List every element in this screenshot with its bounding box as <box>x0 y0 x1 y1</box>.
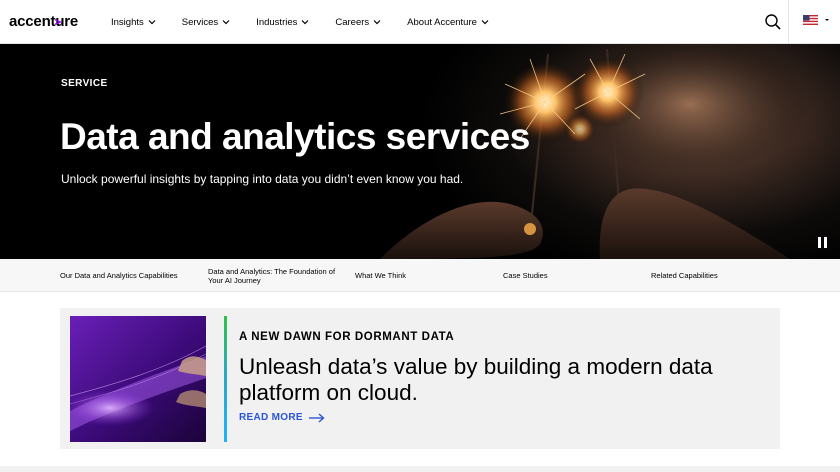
next-section-edge <box>0 466 840 472</box>
section-nav: Our Data and Analytics Capabilities Data… <box>0 259 840 292</box>
nav-services[interactable]: Services <box>182 17 230 28</box>
nav-insights[interactable]: Insights <box>111 17 156 28</box>
nav-insights-label: Insights <box>111 16 144 28</box>
chevron-down-icon <box>148 20 156 25</box>
subnav-case-studies[interactable]: Case Studies <box>503 271 623 280</box>
feature-title: Unleash data’s value by building a moder… <box>239 354 713 405</box>
read-more-link[interactable]: READ MORE <box>239 412 325 423</box>
search-icon[interactable] <box>764 13 782 31</box>
subnav-what-we-think[interactable]: What We Think <box>355 271 475 280</box>
feature-image <box>70 316 206 442</box>
chevron-down-icon <box>301 20 309 25</box>
us-flag-icon <box>803 15 818 25</box>
site-header: accenture Insights Services Industries C… <box>0 0 840 44</box>
hero-banner: SERVICE Data and analytics services Unlo… <box>0 44 840 259</box>
subnav-ai-journey[interactable]: Data and Analytics: The Foundation of Yo… <box>208 267 338 285</box>
subnav-related-capabilities[interactable]: Related Capabilities <box>651 271 771 280</box>
logo-text: accenture <box>9 13 79 30</box>
logo-chevron-icon <box>55 19 62 25</box>
nav-careers-label: Careers <box>335 16 370 28</box>
pause-button[interactable] <box>818 237 828 249</box>
chevron-down-icon <box>825 19 829 21</box>
locale-selector[interactable] <box>803 15 830 25</box>
nav-services-label: Services <box>181 16 219 28</box>
chevron-down-icon <box>373 20 381 25</box>
main-nav: Insights Services Industries Careers Abo… <box>111 0 515 44</box>
abstract-data-image <box>70 316 206 442</box>
feature-card[interactable]: A NEW DAWN FOR DORMANT DATA Unleash data… <box>60 308 780 449</box>
page-title: Data and analytics services <box>60 116 530 157</box>
pause-icon <box>818 237 821 248</box>
feature-eyebrow: A NEW DAWN FOR DORMANT DATA <box>239 331 455 343</box>
hero-eyebrow: SERVICE <box>61 78 108 89</box>
arrow-right-icon <box>308 412 325 423</box>
chevron-down-icon <box>481 20 489 25</box>
accent-bar <box>224 316 227 442</box>
nav-industries[interactable]: Industries <box>256 17 309 28</box>
header-divider <box>788 0 789 44</box>
read-more-label: READ MORE <box>239 412 303 423</box>
hero-subtitle: Unlock powerful insights by tapping into… <box>61 172 464 186</box>
nav-industries-label: Industries <box>256 16 298 28</box>
nav-careers[interactable]: Careers <box>335 17 381 28</box>
nav-about[interactable]: About Accenture <box>407 17 489 28</box>
nav-about-label: About Accenture <box>407 16 477 28</box>
accenture-logo[interactable]: accenture <box>9 13 78 30</box>
subnav-capabilities[interactable]: Our Data and Analytics Capabilities <box>60 271 200 280</box>
pause-icon-bar <box>824 237 827 248</box>
chevron-down-icon <box>222 20 230 25</box>
